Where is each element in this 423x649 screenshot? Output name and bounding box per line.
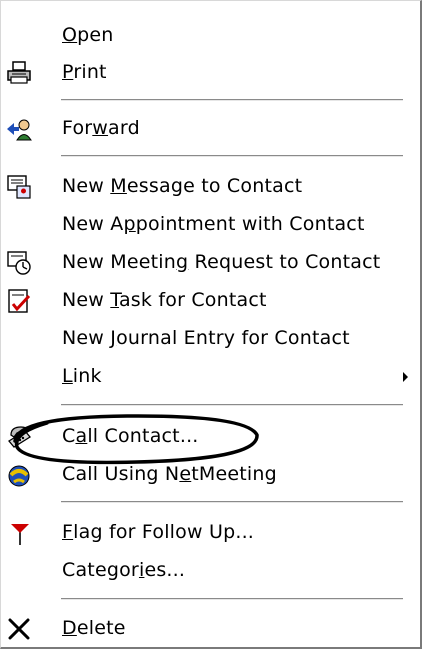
menu-item-flag-for-follow-up[interactable]: Flag for Follow Up... — [1, 515, 420, 551]
menu-item-open[interactable]: Open — [1, 18, 420, 54]
menu-item-categories[interactable]: Categories... — [1, 553, 420, 589]
menu-item-label: New Appointment with Contact — [62, 213, 365, 235]
menu-separator — [61, 501, 403, 503]
menu-item-new-task[interactable]: New Task for Contact — [1, 283, 420, 319]
menu-item-label: Open — [62, 24, 114, 46]
menu-item-delete[interactable]: Delete — [1, 611, 420, 647]
menu-item-label: New Journal Entry for Contact — [62, 327, 350, 349]
menu-item-label: Delete — [62, 617, 126, 639]
menu-separator — [61, 155, 403, 157]
context-menu: Open Print Forward New Message to Contac… — [0, 0, 422, 649]
flag-icon — [5, 519, 33, 547]
submenu-arrow-icon — [403, 372, 408, 382]
menu-item-label: Print — [62, 61, 107, 83]
new-message-icon — [5, 173, 33, 201]
menu-item-label: Forward — [62, 117, 140, 139]
menu-item-label: Categories... — [62, 559, 186, 581]
menu-item-label: Link — [62, 365, 102, 387]
menu-separator — [61, 404, 403, 406]
menu-item-new-message[interactable]: New Message to Contact — [1, 169, 420, 205]
menu-item-link[interactable]: Link — [1, 359, 420, 395]
menu-item-label: New Meeting Request to Contact — [62, 251, 381, 273]
menu-item-new-journal-entry[interactable]: New Journal Entry for Contact — [1, 321, 420, 357]
forward-contact-icon — [5, 115, 33, 143]
annotation-ellipse — [13, 414, 259, 465]
menu-item-label: New Task for Contact — [62, 289, 267, 311]
menu-item-print[interactable]: Print — [1, 55, 420, 91]
menu-item-label: New Message to Contact — [62, 175, 303, 197]
menu-item-new-meeting-request[interactable]: New Meeting Request to Contact — [1, 245, 420, 281]
menu-item-forward[interactable]: Forward — [1, 111, 420, 147]
menu-item-label: Flag for Follow Up... — [62, 521, 255, 543]
task-icon — [5, 287, 33, 315]
delete-icon — [5, 615, 33, 643]
menu-item-new-appointment[interactable]: New Appointment with Contact — [1, 207, 420, 243]
menu-separator — [61, 598, 403, 600]
meeting-request-icon — [5, 249, 33, 277]
menu-separator — [61, 99, 403, 101]
printer-icon — [5, 59, 33, 87]
